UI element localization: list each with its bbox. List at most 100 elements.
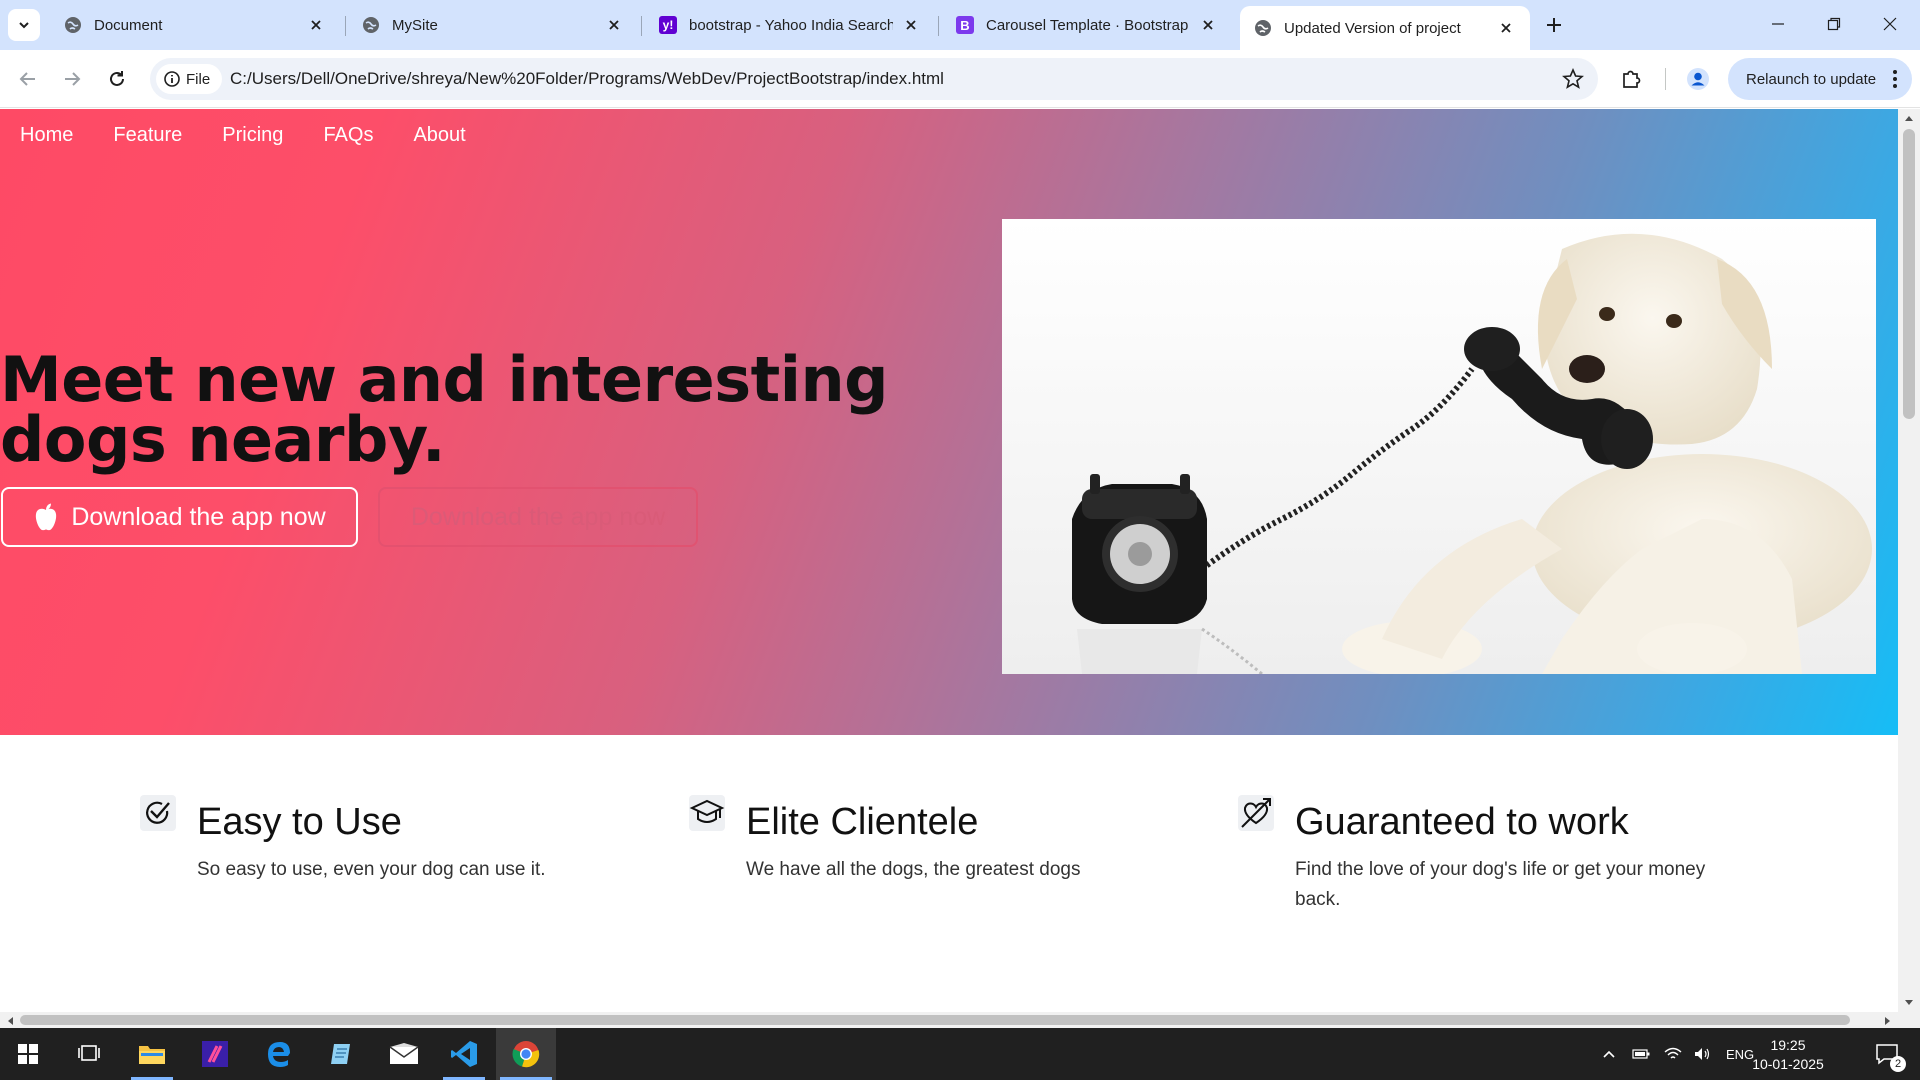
nav-link-pricing[interactable]: Pricing: [222, 121, 283, 149]
plus-icon: [1547, 18, 1561, 32]
chevron-up-icon[interactable]: [1602, 1049, 1616, 1059]
speaker-icon[interactable]: [1694, 1047, 1712, 1061]
back-button[interactable]: [12, 63, 44, 95]
forward-button[interactable]: [56, 63, 88, 95]
tab-title: Carousel Template · Bootstrap v5: [986, 16, 1190, 34]
tab-divider: [938, 16, 939, 36]
tab-search-button[interactable]: [8, 9, 40, 41]
horizontal-scrollbar-thumb[interactable]: [20, 1015, 1850, 1025]
tab-carousel-template[interactable]: B Carousel Template · Bootstrap v5: [942, 6, 1232, 44]
scroll-down-arrow-icon[interactable]: [1904, 999, 1914, 1007]
info-icon: [164, 71, 180, 87]
tab-close-icon[interactable]: [1198, 15, 1218, 35]
system-tray: ENG: [1602, 1028, 1754, 1080]
edge-taskbar-item[interactable]: [253, 1028, 303, 1080]
tab-mysite[interactable]: MySite: [348, 6, 638, 44]
task-view-button[interactable]: [64, 1028, 114, 1080]
file-explorer-taskbar-item[interactable]: [127, 1028, 177, 1080]
vscode-icon: [451, 1041, 477, 1067]
vertical-scrollbar-thumb[interactable]: [1903, 129, 1915, 419]
new-tab-button[interactable]: [1540, 11, 1568, 39]
scrollbar-corner: [1898, 1012, 1920, 1028]
bookmark-star-icon[interactable]: [1562, 67, 1584, 90]
restore-icon: [1827, 17, 1841, 31]
scroll-left-arrow-icon[interactable]: [6, 1016, 14, 1026]
tab-title: MySite: [392, 16, 438, 34]
scroll-up-arrow-icon[interactable]: [1904, 114, 1914, 122]
tab-close-icon[interactable]: [604, 15, 624, 35]
features-section: Easy to Use So easy to use, even your do…: [0, 735, 1898, 1012]
reload-button[interactable]: [101, 63, 133, 95]
app-taskbar-item[interactable]: [190, 1028, 240, 1080]
heart-arrow-icon: [1238, 795, 1274, 831]
mail-taskbar-item[interactable]: [379, 1028, 429, 1080]
chrome-taskbar-item[interactable]: [496, 1028, 556, 1080]
tab-divider: [641, 16, 642, 36]
clock-date: 10-01-2025: [1752, 1056, 1824, 1072]
hero-headline: Meet new and interesting dogs nearby.: [0, 343, 889, 476]
tab-updated-version[interactable]: Updated Version of project: [1240, 6, 1530, 50]
arrow-left-icon: [19, 72, 35, 86]
tab-title: bootstrap - Yahoo India Search: [689, 16, 893, 34]
horizontal-scrollbar[interactable]: [0, 1012, 1898, 1028]
mail-icon: [389, 1043, 419, 1064]
url-text[interactable]: C:/Users/Dell/OneDrive/shreya/New%20Fold…: [230, 69, 944, 89]
avatar-icon: [1687, 68, 1709, 90]
address-bar[interactable]: File C:/Users/Dell/OneDrive/shreya/New%2…: [150, 58, 1598, 100]
wifi-icon[interactable]: [1664, 1047, 1682, 1061]
browser-toolbar: File C:/Users/Dell/OneDrive/shreya/New%2…: [0, 50, 1920, 108]
windows-logo-icon: [18, 1044, 38, 1064]
notification-count: 2: [1890, 1056, 1906, 1072]
top-nav: Home Feature Pricing FAQs About: [0, 121, 486, 149]
notes-app-taskbar-item[interactable]: [316, 1028, 366, 1080]
close-window-button[interactable]: [1862, 0, 1918, 48]
tab-title: Document: [94, 16, 163, 34]
nav-link-about[interactable]: About: [413, 121, 465, 149]
globe-icon: [362, 16, 380, 34]
graduation-cap-icon: [689, 795, 725, 831]
nav-link-home[interactable]: Home: [20, 121, 73, 149]
task-view-icon: [78, 1045, 100, 1061]
download-app-button-secondary[interactable]: Download the app now: [378, 487, 698, 547]
scroll-right-arrow-icon[interactable]: [1884, 1016, 1892, 1026]
vscode-taskbar-item[interactable]: [439, 1028, 489, 1080]
download-app-secondary-label: Download the app now: [410, 502, 666, 531]
nav-link-feature[interactable]: Feature: [113, 121, 182, 149]
globe-icon: [64, 16, 82, 34]
minimize-icon: [1772, 23, 1784, 25]
relaunch-update-button[interactable]: Relaunch to update: [1728, 58, 1912, 100]
notification-center-button[interactable]: 2: [1862, 1028, 1912, 1080]
chrome-icon: [512, 1041, 540, 1068]
minimize-button[interactable]: [1750, 0, 1806, 48]
tab-title: Updated Version of project: [1284, 19, 1461, 37]
tab-yahoo-search[interactable]: y! bootstrap - Yahoo India Search: [645, 6, 935, 44]
tab-close-icon[interactable]: [306, 15, 326, 35]
restore-button[interactable]: [1806, 0, 1862, 48]
feature-title: Elite Clientele: [746, 801, 979, 843]
chevron-down-icon: [19, 22, 29, 29]
notepad-icon: [331, 1044, 350, 1064]
purple-app-icon: [202, 1041, 228, 1067]
vertical-scrollbar[interactable]: [1898, 109, 1920, 1012]
kebab-menu-icon[interactable]: [1892, 69, 1898, 93]
tab-strip: Document MySite y! bootstrap - Yahoo Ind…: [0, 0, 1920, 50]
download-app-button[interactable]: Download the app now: [1, 487, 358, 547]
tab-close-icon[interactable]: [1496, 18, 1516, 38]
site-info-chip[interactable]: File: [156, 64, 222, 94]
bootstrap-icon: B: [956, 16, 974, 34]
extensions-button[interactable]: [1615, 63, 1647, 95]
nav-link-faqs[interactable]: FAQs: [323, 121, 373, 149]
page-viewport: Home Feature Pricing FAQs About Meet new…: [0, 109, 1898, 1012]
arrow-right-icon: [65, 72, 81, 86]
globe-icon: [1254, 19, 1272, 37]
tab-divider: [345, 16, 346, 36]
tab-document[interactable]: Document: [50, 6, 340, 44]
edge-icon: [268, 1042, 290, 1067]
start-button[interactable]: [3, 1028, 53, 1080]
tab-close-icon[interactable]: [901, 15, 921, 35]
battery-icon[interactable]: [1632, 1048, 1650, 1060]
hero-section: Home Feature Pricing FAQs About Meet new…: [0, 109, 1898, 735]
reload-icon: [110, 71, 124, 86]
profile-button[interactable]: [1682, 63, 1714, 95]
taskbar-clock[interactable]: 19:25 10-01-2025: [1748, 1036, 1828, 1074]
